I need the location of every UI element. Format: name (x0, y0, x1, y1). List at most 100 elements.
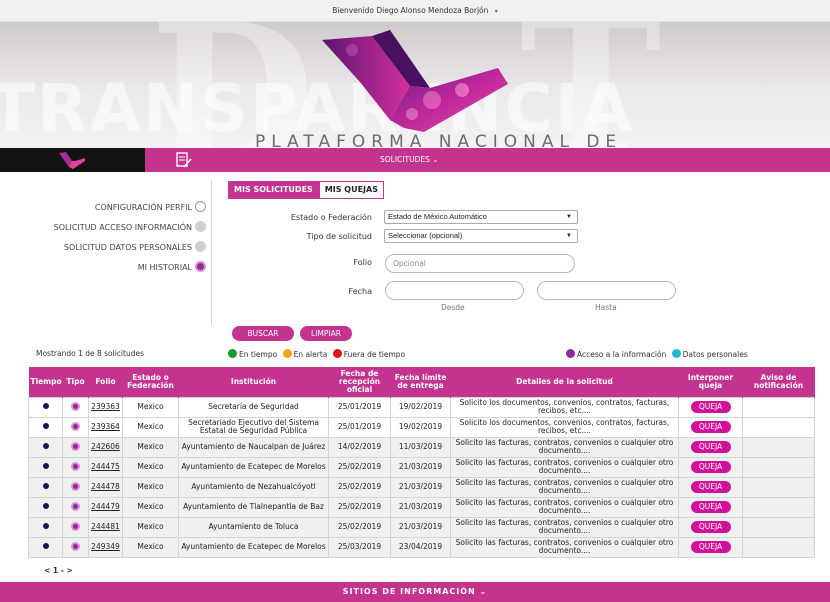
queja-cell: QUEJA (678, 516, 743, 538)
folio-input[interactable]: Opcional (385, 254, 575, 273)
folio-cell: 244481 (88, 516, 123, 538)
tab-mis-quejas[interactable]: MIS QUEJAS (318, 181, 384, 199)
info-access-icon (195, 221, 206, 232)
fecha-limite-cell: 19/02/2019 (390, 396, 451, 418)
folio-link[interactable]: 242606 (91, 442, 120, 451)
tiempo-cell (28, 436, 63, 458)
tipo-cell (62, 396, 89, 418)
estado-select[interactable]: Estado de México Automático ▼ (384, 210, 578, 224)
user-profile-icon (195, 201, 206, 212)
col-detalles[interactable]: Detalles de la solicitud (450, 367, 679, 397)
col-fecha-recepcion[interactable]: Fecha de recepción oficial (328, 367, 391, 397)
institucion-cell: Ayuntamiento de Tlalnepantla de Baz (178, 496, 329, 518)
sitios-informacion-footer[interactable]: SITIOS DE INFORMACIÓN ⌄ (0, 582, 830, 602)
queja-button[interactable]: QUEJA (690, 501, 731, 513)
aviso-cell (742, 516, 815, 538)
user-menu-caret-icon[interactable]: ▾ (495, 8, 498, 15)
folio-cell: 244478 (88, 476, 123, 498)
solicitudes-menu[interactable]: SOLICITUDES ⌄ (380, 148, 439, 172)
folio-label: Folio (353, 258, 372, 267)
aviso-cell (742, 456, 815, 478)
fecha-limite-cell: 21/03/2019 (390, 476, 451, 498)
queja-cell: QUEJA (678, 456, 743, 478)
folio-link[interactable]: 244478 (91, 482, 120, 491)
queja-button[interactable]: QUEJA (690, 541, 731, 553)
queja-button[interactable]: QUEJA (690, 401, 731, 413)
table-row[interactable]: 244478 Mexico Ayuntamiento de Nezahualcóyo… (28, 476, 815, 498)
col-fecha-limite[interactable]: Fecha límite de entrega (390, 367, 451, 397)
pagination[interactable]: < 1 - > (44, 566, 73, 575)
acceso-info-type-icon (71, 441, 80, 451)
fecha-limite-cell: 21/03/2019 (390, 456, 451, 478)
fecha-recepcion-cell: 25/02/2019 (328, 496, 391, 518)
tipo-select[interactable]: Seleccionar (opcional) ▼ (384, 229, 578, 243)
status-dot-icon (42, 523, 49, 529)
table-row[interactable]: 244479 Mexico Ayuntamiento de Tlalnepantla… (28, 496, 815, 518)
folio-link[interactable]: 244481 (91, 522, 120, 531)
sidebar-item-configuracion-perfil[interactable]: CONFIGURACIÓN PERFIL (0, 198, 208, 218)
fecha-recepcion-cell: 25/01/2019 (328, 416, 391, 438)
col-estado[interactable]: Estado o Federación (122, 367, 179, 397)
sidebar-item-solicitud-datos[interactable]: SOLICITUD DATOS PERSONALES (0, 238, 208, 258)
aviso-cell (742, 416, 815, 438)
table-row[interactable]: 239363 Mexico Secretaría de Seguridad 25/01… (28, 396, 815, 418)
col-institucion[interactable]: Institución (178, 367, 329, 397)
tiempo-cell (28, 416, 63, 438)
queja-button[interactable]: QUEJA (690, 421, 731, 433)
queja-cell: QUEJA (678, 496, 743, 518)
folio-link[interactable]: 239364 (91, 422, 120, 431)
status-dot-icon (42, 443, 49, 449)
acceso-info-type-icon (71, 501, 80, 511)
folio-link[interactable]: 249349 (91, 542, 120, 551)
sidebar-divider (211, 180, 212, 325)
legend-acceso: Acceso a la información (577, 350, 667, 359)
col-interponer-queja[interactable]: Interponer queja (678, 367, 743, 397)
buscar-button[interactable]: BUSCAR (232, 326, 294, 341)
tipo-cell (62, 536, 89, 558)
estado-cell: Mexico (122, 396, 179, 418)
table-row[interactable]: 239364 Mexico Secretariado Ejecutivo del S… (28, 416, 815, 438)
edit-request-icon[interactable] (175, 151, 193, 169)
folio-link[interactable]: 244479 (91, 502, 120, 511)
fecha-desde-input[interactable] (385, 281, 524, 300)
queja-button[interactable]: QUEJA (690, 461, 731, 473)
tipo-cell (62, 516, 89, 538)
sidebar-item-solicitud-acceso[interactable]: SOLICITUD ACCESO INFORMACIÓN (0, 218, 208, 238)
fecha-hasta-input[interactable] (537, 281, 676, 300)
platform-title: PLATAFORMA NACIONAL DE (255, 132, 623, 148)
col-tipo[interactable]: Tipo (62, 367, 89, 397)
detalles-cell: Solicito los documentos, convenios, cont… (450, 416, 679, 438)
table-row[interactable]: 244481 Mexico Ayuntamiento de Toluca 25/02/… (28, 516, 815, 538)
chevron-down-icon: ▼ (566, 214, 572, 220)
status-dot-icon (42, 423, 49, 429)
queja-button[interactable]: QUEJA (690, 521, 731, 533)
estado-cell: Mexico (122, 516, 179, 538)
table-row[interactable]: 242606 Mexico Ayuntamiento de Naucalpan de… (28, 436, 815, 458)
folio-link[interactable]: 239363 (91, 402, 120, 411)
limpiar-button[interactable]: LIMPIAR (300, 326, 352, 341)
folio-cell: 239364 (88, 416, 123, 438)
col-folio[interactable]: Folio (88, 367, 123, 397)
col-tiempo[interactable]: Tiempo (28, 367, 63, 397)
folio-cell: 249349 (88, 536, 123, 558)
queja-button[interactable]: QUEJA (690, 441, 731, 453)
main-nav: SOLICITUDES ⌄ (0, 148, 830, 172)
tab-mis-solicitudes[interactable]: MIS SOLICITUDES (228, 181, 319, 199)
queja-button[interactable]: QUEJA (690, 481, 731, 493)
fecha-recepcion-cell: 25/02/2019 (328, 516, 391, 538)
hasta-caption: Hasta (595, 303, 617, 312)
results-count: Mostrando 1 de 8 solicitudes (36, 349, 144, 358)
detalles-cell: Solicito las facturas, contratos, conven… (450, 436, 679, 458)
welcome-text: Bienvenido Diego Alonso Mendoza Borjón (332, 6, 489, 15)
estado-cell: Mexico (122, 456, 179, 478)
requests-table: Tiempo Tipo Folio Estado o Federación In… (28, 367, 815, 558)
request-tabs: MIS SOLICITUDES MIS QUEJAS (228, 181, 384, 199)
table-row[interactable]: 249349 Mexico Ayuntamiento de Ecatepec de … (28, 536, 815, 558)
pnt-small-logo-icon[interactable] (58, 151, 86, 169)
sidebar-item-mi-historial[interactable]: MI HISTORIAL (0, 258, 208, 278)
folio-link[interactable]: 244475 (91, 462, 120, 471)
sidebar-item-label: SOLICITUD ACCESO INFORMACIÓN (53, 223, 192, 232)
queja-cell: QUEJA (678, 476, 743, 498)
col-aviso-notificacion[interactable]: Aviso de notificación (742, 367, 815, 397)
table-row[interactable]: 244475 Mexico Ayuntamiento de Ecatepec de … (28, 456, 815, 478)
